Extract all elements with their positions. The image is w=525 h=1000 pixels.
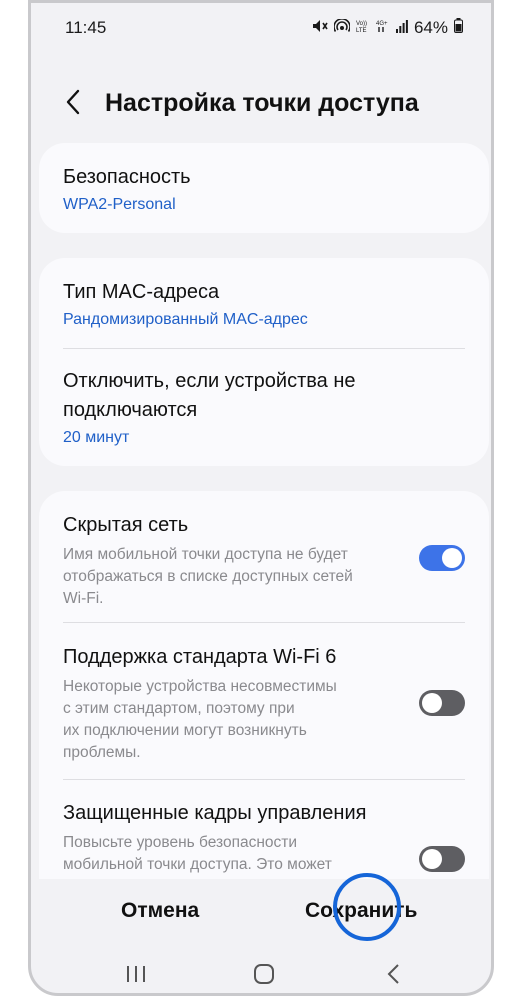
recent-apps-icon [127, 966, 145, 982]
chevron-left-icon [66, 89, 80, 115]
security-title: Безопасность [63, 166, 191, 188]
advanced-card: Скрытая сеть Имя мобильной точки доступа… [39, 491, 489, 911]
svg-text:LTE: LTE [356, 28, 367, 33]
svg-text:4G+: 4G+ [376, 21, 388, 27]
pmf-toggle[interactable] [419, 846, 465, 872]
timeout-title-line2: подключаются [63, 399, 198, 421]
timeout-row[interactable]: Отключить, если устройства не подключают… [63, 367, 465, 447]
header: Настройка точки доступа [31, 73, 491, 133]
pmf-title: Защищенные кадры управления [63, 802, 367, 824]
recent-apps-button[interactable] [121, 961, 151, 987]
home-button[interactable] [249, 961, 279, 987]
security-value: WPA2-Personal [63, 196, 176, 213]
security-card: Безопасность WPA2-Personal [39, 143, 489, 233]
divider [63, 779, 465, 780]
phone-screen: 11:45 Vo)) LTE 4G+ 64% Настройка точки д… [28, 0, 494, 996]
hidden-network-title: Скрытая сеть [63, 514, 189, 536]
timeout-title-line1: Отключить, если устройства не [63, 370, 356, 392]
connection-card: Тип MAC-адреса Рандомизированный MAC-адр… [39, 258, 489, 466]
mac-type-value: Рандомизированный MAC-адрес [63, 311, 308, 328]
wifi6-row[interactable]: Поддержка стандарта Wi-Fi 6 Некоторые ус… [63, 643, 399, 764]
page-title: Настройка точки доступа [105, 89, 419, 117]
toggle-knob [442, 548, 462, 568]
status-icons: Vo)) LTE 4G+ 64% [312, 18, 463, 38]
bottom-action-bar: Отмена Сохранить [31, 883, 491, 943]
timeout-value: 20 минут [63, 429, 130, 446]
wifi6-title: Поддержка стандарта Wi-Fi 6 [63, 646, 337, 668]
navigation-bar [31, 953, 491, 993]
battery-icon [454, 18, 463, 38]
hotspot-icon [333, 18, 351, 38]
desc-line: с этим стандартом, поэтому при [63, 700, 295, 717]
mac-type-row[interactable]: Тип MAC-адреса Рандомизированный MAC-адр… [63, 278, 465, 329]
security-row[interactable]: Безопасность WPA2-Personal [63, 163, 465, 214]
pmf-row[interactable]: Защищенные кадры управления Повысьте уро… [63, 799, 399, 876]
wifi6-toggle[interactable] [419, 690, 465, 716]
desc-line: их подключении могут возникнуть [63, 722, 307, 739]
divider [63, 622, 465, 623]
home-icon [254, 964, 274, 984]
hidden-network-row[interactable]: Скрытая сеть Имя мобильной точки доступа… [63, 511, 399, 610]
divider [63, 348, 465, 349]
signal-icon [395, 18, 408, 38]
desc-line: мобильной точки доступа. Это может [63, 856, 332, 873]
battery-percent: 64% [413, 18, 448, 37]
pmf-desc: Повысьте уровень безопасности мобильной … [63, 832, 399, 876]
toggle-knob [422, 693, 442, 713]
volte-icon: Vo)) LTE [356, 18, 370, 38]
back-button[interactable] [59, 87, 89, 117]
hidden-network-toggle[interactable] [419, 545, 465, 571]
desc-line: Wi-Fi. [63, 590, 104, 607]
desc-line: Некоторые устройства несовместимы [63, 678, 337, 695]
mute-icon [312, 18, 328, 38]
desc-line: проблемы. [63, 744, 141, 761]
desc-line: Повысьте уровень безопасности [63, 834, 298, 851]
tap-highlight-circle [333, 873, 401, 941]
nav-back-button[interactable] [379, 961, 409, 987]
desc-line: Имя мобильной точки доступа не будет [63, 546, 348, 563]
hidden-network-desc: Имя мобильной точки доступа не будет ото… [63, 544, 399, 610]
toggle-knob [422, 849, 442, 869]
cancel-button[interactable]: Отмена [121, 899, 199, 923]
chevron-left-icon [387, 964, 399, 984]
svg-text:Vo)): Vo)) [356, 21, 367, 27]
desc-line: отображаться в списке доступных сетей [63, 568, 353, 585]
mac-type-title: Тип MAC-адреса [63, 281, 220, 303]
status-time: 11:45 [65, 18, 107, 37]
status-bar: 11:45 Vo)) LTE 4G+ 64% [31, 3, 491, 51]
network-4g-icon: 4G+ [376, 18, 390, 38]
wifi6-desc: Некоторые устройства несовместимы с этим… [63, 676, 399, 764]
